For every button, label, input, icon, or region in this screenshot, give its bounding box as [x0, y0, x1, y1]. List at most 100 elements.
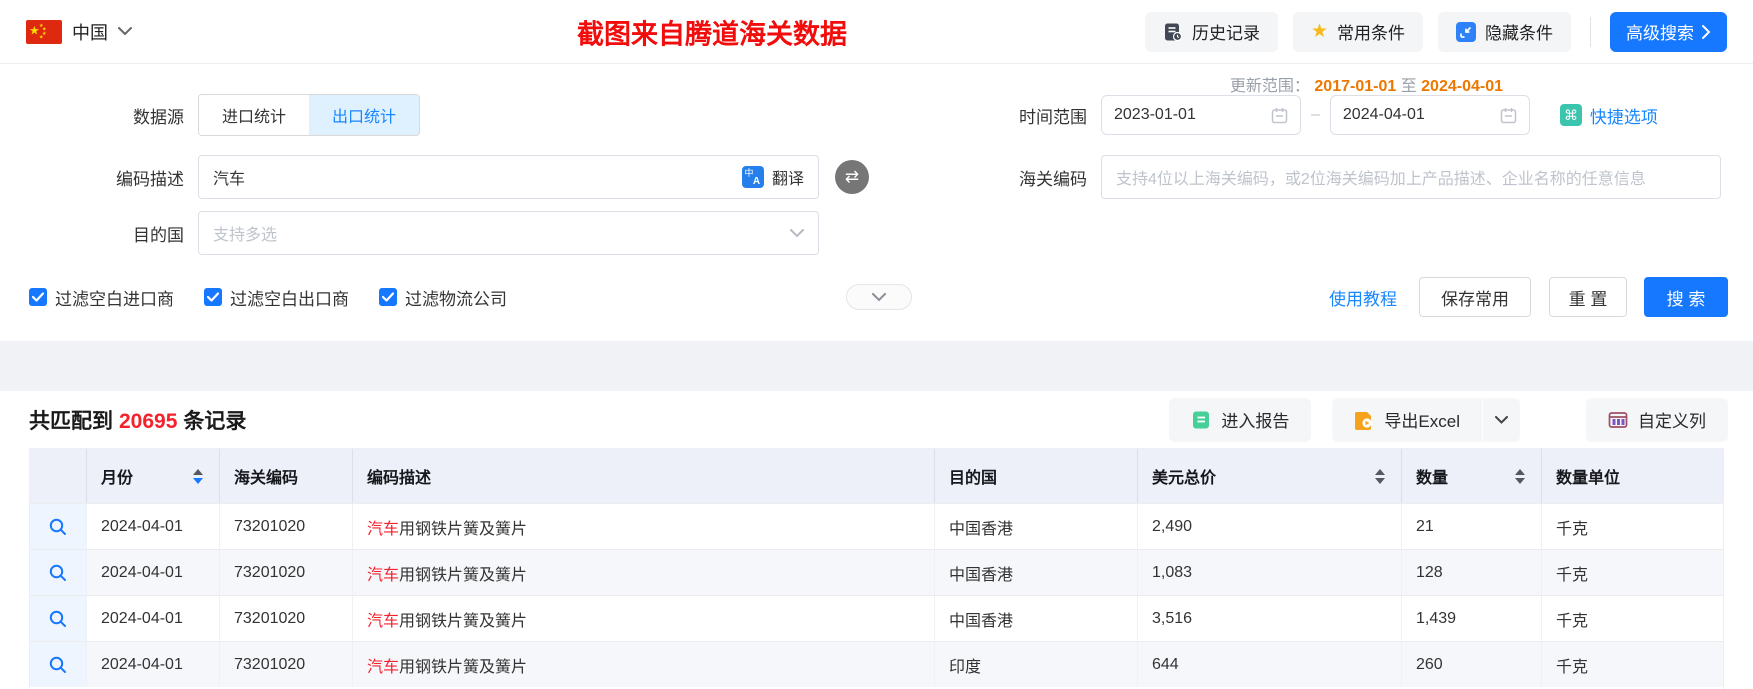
customize-columns-button[interactable]: 自定义列 [1586, 397, 1728, 442]
enter-report-button[interactable]: 进入报告 [1169, 397, 1312, 442]
enter-report-label: 进入报告 [1221, 412, 1290, 431]
header-quantity[interactable]: 数量 [1402, 449, 1542, 503]
cell-unit: 千克 [1556, 658, 1589, 676]
sort-control[interactable] [1375, 468, 1385, 484]
checkbox-label: 过滤物流公司 [405, 289, 507, 309]
save-conditions-button[interactable]: 保存常用 [1419, 277, 1531, 317]
cell-unit: 千克 [1556, 612, 1589, 630]
date-range-separator: – [1311, 106, 1320, 123]
description-rest: 用钢铁片簧及簧片 [399, 612, 528, 630]
header-description: 编码描述 [353, 449, 935, 503]
exchange-icon-button[interactable]: ⇄ [835, 160, 869, 194]
form-row-description: 编码描述 汽车 中A 翻译 ⇄ 海关编码 支持4位以上海关编码，或2位海关编码加… [29, 155, 1728, 199]
favorites-label: 常用条件 [1337, 24, 1405, 43]
sort-desc-icon[interactable] [1375, 477, 1385, 484]
top-bar: ★ ★ ★ ★ ★ 中国 截图来自腾道海关数据 历史记录 ★ 常用条件 隐藏条件… [0, 0, 1753, 64]
cell-quantity: 128 [1402, 550, 1542, 595]
header-usd-total[interactable]: 美元总价 [1138, 449, 1402, 503]
translate-label: 翻译 [771, 171, 804, 188]
filter-checkboxes: 过滤空白进口商 过滤空白出口商 过滤物流公司 [29, 285, 507, 310]
export-options-button[interactable] [1482, 397, 1520, 442]
time-range-group: 时间范围 2023-01-01 – 2024-04-01 ⌘ 快捷选项 [1019, 94, 1658, 136]
start-date-value: 2023-01-01 [1114, 106, 1196, 123]
search-button[interactable]: 搜 索 [1644, 277, 1728, 317]
cell-unit: 千克 [1556, 520, 1589, 538]
checkbox-filter-logistics[interactable]: 过滤物流公司 [379, 285, 507, 310]
cell-unit: 千克 [1556, 566, 1589, 584]
results-actions: 进入报告 导出Excel 自定义列 [1169, 397, 1728, 442]
destination-select[interactable]: 支持多选 [198, 211, 819, 255]
columns-icon [1608, 410, 1628, 430]
checkbox-label: 过滤空白进口商 [55, 289, 174, 309]
region-selector[interactable]: ★ ★ ★ ★ ★ 中国 [26, 19, 132, 45]
magnifier-icon[interactable] [48, 609, 68, 629]
sort-desc-icon[interactable] [1515, 477, 1525, 484]
header-hs-code: 海关编码 [220, 449, 353, 503]
favorites-button[interactable]: ★ 常用条件 [1292, 11, 1423, 52]
magnifier-icon[interactable] [48, 517, 68, 537]
datasource-label: 数据源 [133, 107, 184, 127]
keyword-highlight: 汽车 [367, 566, 400, 584]
sort-control[interactable] [193, 468, 203, 484]
table-row: 2024-04-01 73201020 汽车 用钢铁片簧及簧片 印度 644 26… [30, 641, 1723, 687]
tab-import-stats[interactable]: 进口统计 [199, 95, 310, 135]
export-excel-label: 导出Excel [1384, 412, 1460, 431]
cell-usd-total: 3,516 [1138, 596, 1402, 641]
cell-quantity: 1,439 [1402, 596, 1542, 641]
header-unit: 数量单位 [1542, 449, 1723, 503]
checkbox-filter-blank-exporter[interactable]: 过滤空白出口商 [204, 285, 349, 310]
watermark-text: 截图来自腾道海关数据 [577, 19, 847, 50]
hide-conditions-button[interactable]: 隐藏条件 [1438, 11, 1571, 52]
header-month[interactable]: 月份 [87, 449, 220, 503]
tutorial-link[interactable]: 使用教程 [1329, 285, 1397, 310]
sort-asc-icon[interactable] [1515, 468, 1525, 475]
sort-desc-icon[interactable] [193, 477, 203, 484]
update-range-to: 2024-04-01 [1421, 78, 1503, 95]
reset-button[interactable]: 重 置 [1549, 277, 1627, 317]
sort-asc-icon[interactable] [1375, 468, 1385, 475]
cell-usd-total: 2,490 [1138, 504, 1402, 549]
update-range-to-word: 至 [1400, 78, 1417, 95]
customize-columns-label: 自定义列 [1638, 412, 1706, 431]
description-input[interactable]: 汽车 中A 翻译 [198, 155, 819, 199]
cell-destination: 印度 [935, 642, 1138, 687]
end-date-input[interactable]: 2024-04-01 [1329, 95, 1530, 135]
advanced-search-button[interactable]: 高级搜索 [1610, 11, 1727, 52]
cell-quantity: 260 [1402, 642, 1542, 687]
cell-description: 汽车 用钢铁片簧及簧片 [353, 550, 935, 595]
hide-conditions-label: 隐藏条件 [1485, 24, 1553, 43]
collapse-form-button[interactable] [846, 284, 912, 310]
sort-asc-icon[interactable] [193, 468, 203, 475]
checkbox-checked-icon [204, 288, 222, 306]
customs-data-search-page: ★ ★ ★ ★ ★ 中国 截图来自腾道海关数据 历史记录 ★ 常用条件 隐藏条件… [0, 0, 1753, 689]
keyword-highlight: 汽车 [367, 658, 400, 676]
match-count-suffix: 条记录 [183, 409, 247, 433]
export-excel-group: 导出Excel [1332, 397, 1520, 442]
results-table: 月份 海关编码 编码描述 目的国 美元总价 数量 数量单位 2024-04-01… [29, 448, 1724, 689]
export-excel-button[interactable]: 导出Excel [1332, 397, 1482, 442]
command-icon: ⌘ [1559, 104, 1582, 126]
chevron-right-icon [1702, 24, 1711, 39]
history-button[interactable]: 历史记录 [1144, 11, 1278, 52]
magnifier-icon[interactable] [48, 563, 68, 583]
form-row-datasource: 数据源 进口统计 出口统计 时间范围 2023-01-01 – 2024-04-… [29, 94, 1728, 136]
start-date-input[interactable]: 2023-01-01 [1101, 95, 1301, 135]
datasource-tabs: 进口统计 出口统计 [198, 94, 421, 136]
svg-text:A: A [753, 176, 760, 187]
section-divider-band [0, 341, 1753, 391]
magnifier-icon[interactable] [48, 655, 68, 675]
hs-code-placeholder: 支持4位以上海关编码，或2位海关编码加上产品描述、企业名称的任意信息 [1116, 171, 1646, 188]
table-row: 2024-04-01 73201020 汽车 用钢铁片簧及簧片 中国香港 1,08… [30, 549, 1723, 595]
calendar-icon [1271, 107, 1288, 124]
checkbox-filter-blank-importer[interactable]: 过滤空白进口商 [29, 285, 174, 310]
tab-export-stats[interactable]: 出口统计 [309, 95, 420, 135]
description-rest: 用钢铁片簧及簧片 [399, 520, 528, 538]
quick-options-button[interactable]: ⌘ 快捷选项 [1559, 103, 1658, 128]
hs-code-input[interactable]: 支持4位以上海关编码，或2位海关编码加上产品描述、企业名称的任意信息 [1101, 155, 1721, 199]
cell-description: 汽车 用钢铁片簧及簧片 [353, 504, 935, 549]
sort-control[interactable] [1515, 468, 1525, 484]
match-count-text: 共匹配到 20695 条记录 [29, 405, 246, 435]
topbar-actions: 历史记录 ★ 常用条件 隐藏条件 高级搜索 [1144, 11, 1727, 52]
header-destination-label: 目的国 [949, 470, 998, 487]
translate-button[interactable]: 中A 翻译 [741, 165, 804, 189]
